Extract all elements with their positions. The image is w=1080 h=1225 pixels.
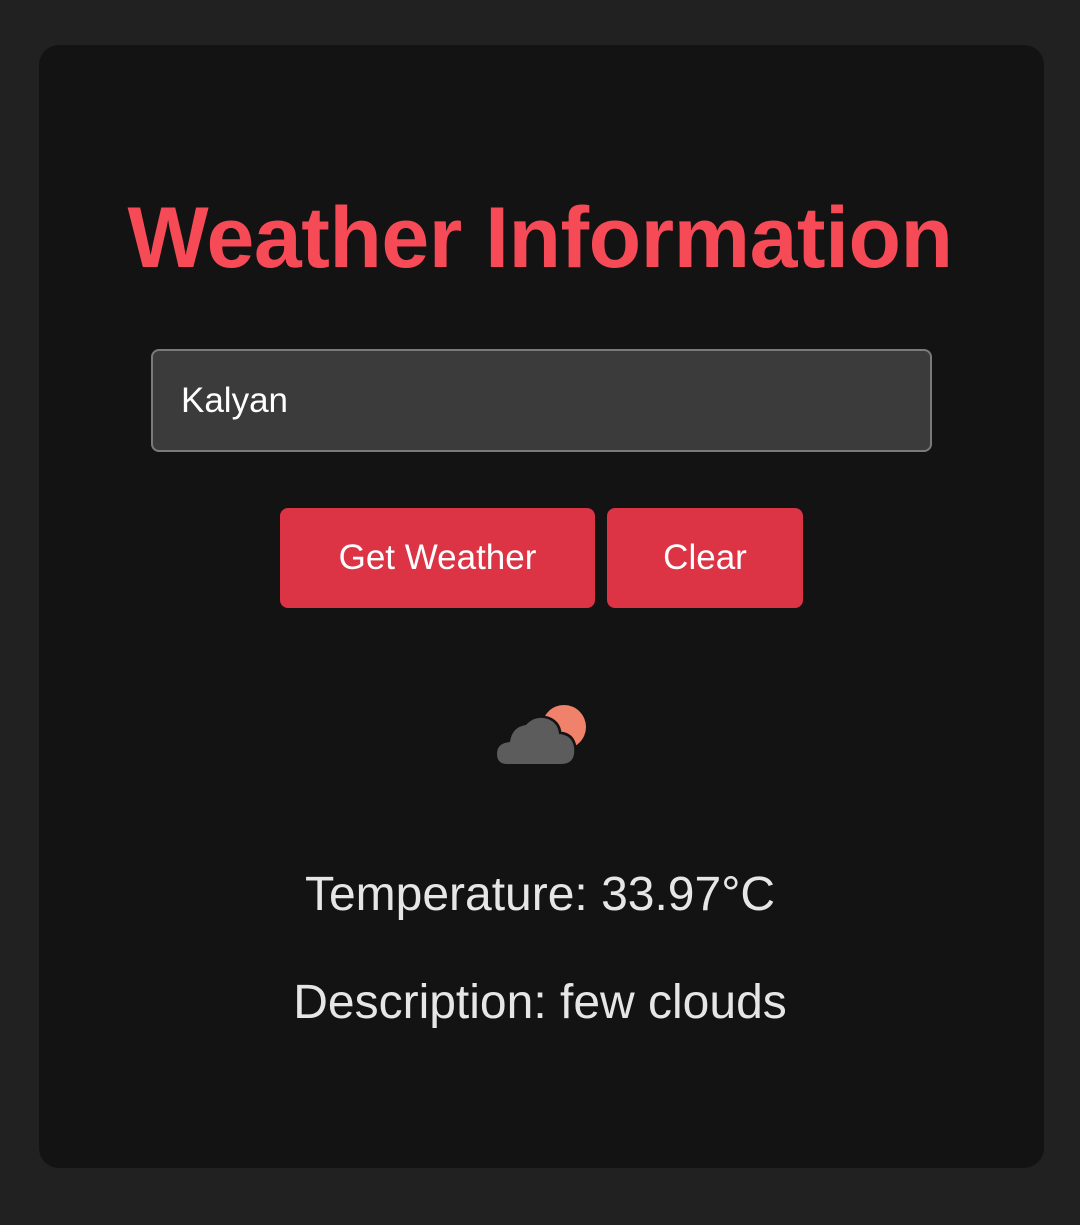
city-input[interactable] (151, 349, 932, 452)
description-text: Description: few clouds (293, 976, 787, 1029)
get-weather-button[interactable]: Get Weather (280, 508, 595, 608)
clear-button[interactable]: Clear (607, 508, 803, 608)
temperature-text: Temperature: 33.97°C (304, 868, 776, 921)
page-title: Weather Information (127, 190, 953, 286)
few-clouds-icon (494, 705, 586, 767)
